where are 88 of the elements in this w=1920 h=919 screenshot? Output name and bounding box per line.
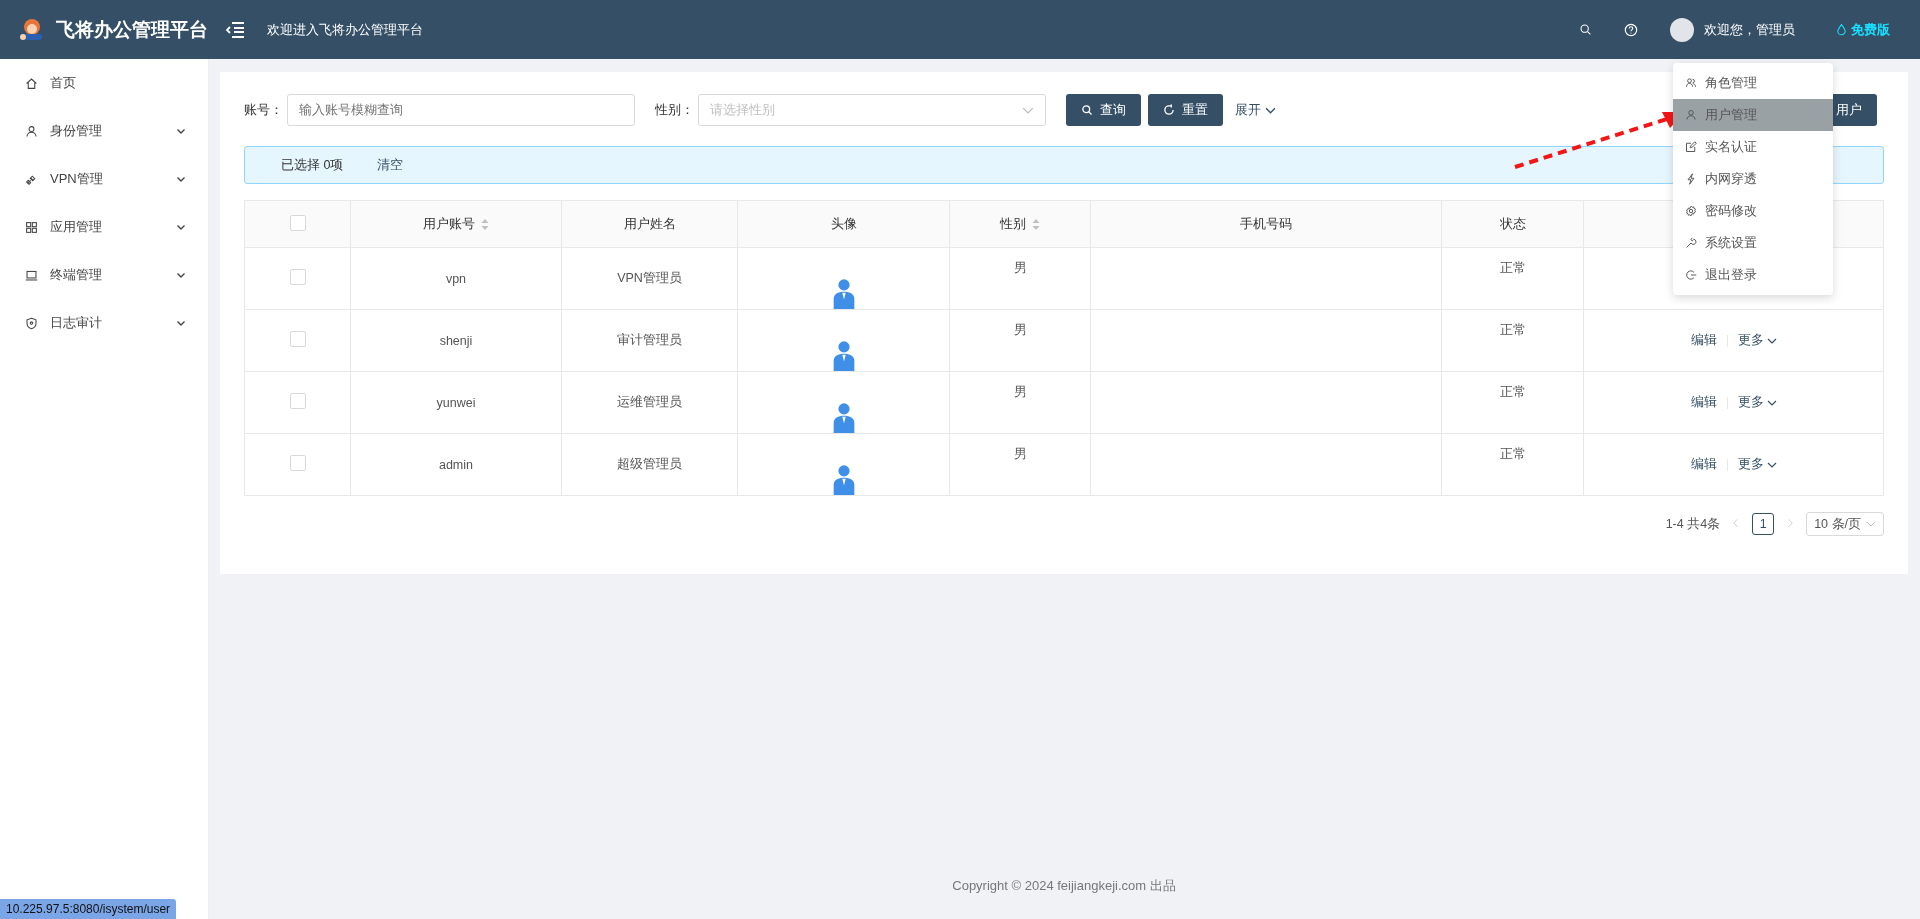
reset-button[interactable]: 重置 <box>1148 94 1223 126</box>
search-icon <box>1579 23 1592 36</box>
status-cell: 正常 <box>1499 385 1526 399</box>
edit-icon <box>1685 141 1697 153</box>
drop-icon <box>1835 23 1848 36</box>
gender-cell: 男 <box>1013 385 1027 399</box>
name-cell: VPN管理员 <box>617 271 682 285</box>
copyright-text: Copyright © 2024 feijiangkeji.com 出品 <box>951 877 1177 895</box>
lightning-icon <box>1685 173 1697 185</box>
field-label: 账号： <box>244 101 283 119</box>
user-icon <box>25 124 38 138</box>
chevron-icon <box>176 318 186 328</box>
menu-item[interactable]: 内网穿透 <box>1673 163 1833 195</box>
chevron-icon <box>176 174 186 184</box>
select-all-checkbox[interactable] <box>289 214 306 231</box>
sidebar-item[interactable]: 终端管理 <box>0 251 208 299</box>
page-button[interactable]: 1 <box>1752 513 1775 535</box>
sidebar-item[interactable]: 首页 <box>0 59 208 107</box>
status-cell: 正常 <box>1499 261 1526 275</box>
help-icon <box>1624 22 1638 37</box>
menu-item[interactable]: 实名认证 <box>1673 131 1833 163</box>
total-count: 1-4 共4条 <box>1665 515 1721 533</box>
gender-cell: 男 <box>1013 447 1027 461</box>
account-cell: admin <box>438 457 473 472</box>
status-cell: 正常 <box>1499 323 1526 337</box>
more-link[interactable]: 更多 <box>1737 332 1777 349</box>
menu-fold-icon[interactable] <box>225 20 245 39</box>
sidebar-item[interactable]: VPN管理 <box>0 155 208 203</box>
home-icon <box>25 76 38 90</box>
reload-icon <box>1163 104 1175 116</box>
name-cell: 超级管理员 <box>617 457 682 471</box>
brand-title: 飞将办公管理平台 <box>56 17 208 42</box>
avatar[interactable] <box>1670 17 1694 42</box>
column-header: 用户姓名 <box>561 200 738 248</box>
query-button[interactable]: 查询 <box>1066 94 1141 126</box>
account-cell: vpn <box>445 271 467 286</box>
chevron-icon <box>176 270 186 280</box>
chevron-icon <box>176 126 186 136</box>
wrench-icon <box>1685 237 1697 249</box>
laptop-icon <box>25 268 38 282</box>
sort-icon[interactable] <box>1032 218 1040 230</box>
status-cell: 正常 <box>1499 447 1526 461</box>
row-checkbox[interactable] <box>289 331 306 347</box>
gear-icon <box>1685 205 1697 217</box>
row-checkbox[interactable] <box>289 393 306 409</box>
sidebar-item[interactable]: 应用管理 <box>0 203 208 251</box>
sidebar-item[interactable]: 身份管理 <box>0 107 208 155</box>
column-header[interactable]: 用户账号 <box>350 200 562 248</box>
more-link[interactable]: 更多 <box>1737 394 1777 411</box>
column-header: 状态 <box>1441 200 1584 248</box>
users-icon <box>1685 77 1697 89</box>
gender-cell: 男 <box>1013 323 1027 337</box>
selection-count: 已选择 0项 <box>281 156 344 174</box>
menu-item[interactable]: 密码修改 <box>1673 195 1833 227</box>
grid-icon <box>25 220 38 234</box>
page-size-select[interactable]: 10 条/页 <box>1806 512 1884 536</box>
expand-link[interactable]: 展开 <box>1235 101 1276 119</box>
edition-label[interactable]: 免费版 <box>1851 20 1890 39</box>
edit-link[interactable]: 编辑 <box>1690 394 1717 411</box>
search-icon <box>1081 104 1093 116</box>
more-link[interactable]: 更多 <box>1737 456 1777 473</box>
logout-icon <box>1685 269 1697 281</box>
name-cell: 运维管理员 <box>617 395 682 409</box>
account-cell: shenji <box>439 333 473 348</box>
gender-cell: 男 <box>1013 261 1027 275</box>
row-checkbox[interactable] <box>289 269 306 285</box>
status-url: 10.225.97.5:8080/isystem/user <box>0 899 177 919</box>
account-cell: yunwei <box>436 395 476 410</box>
user-greeting[interactable]: 欢迎您，管理员 <box>1704 20 1795 39</box>
edit-link[interactable]: 编辑 <box>1690 332 1717 349</box>
chevron-icon <box>1866 519 1876 529</box>
menu-item[interactable]: 系统设置 <box>1673 227 1833 259</box>
row-checkbox[interactable] <box>289 455 306 471</box>
edit-link[interactable]: 编辑 <box>1690 456 1717 473</box>
column-header: 头像 <box>737 200 950 248</box>
clear-link[interactable]: 清空 <box>377 156 404 174</box>
name-cell: 审计管理员 <box>617 333 682 347</box>
chevron-icon <box>176 222 186 232</box>
field-label: 性别： <box>655 101 694 119</box>
column-header: 手机号码 <box>1090 200 1442 248</box>
shield-icon <box>25 316 38 330</box>
account-input[interactable]: 输入账号模糊查询 <box>287 94 635 126</box>
column-header[interactable]: 性别 <box>949 200 1091 248</box>
welcome-text: 欢迎进入飞将办公管理平台 <box>267 20 423 39</box>
menu-item[interactable]: 角色管理 <box>1673 67 1833 99</box>
sidebar-item[interactable]: 日志审计 <box>0 299 208 347</box>
user-icon <box>1685 109 1697 121</box>
sort-icon[interactable] <box>481 218 489 230</box>
